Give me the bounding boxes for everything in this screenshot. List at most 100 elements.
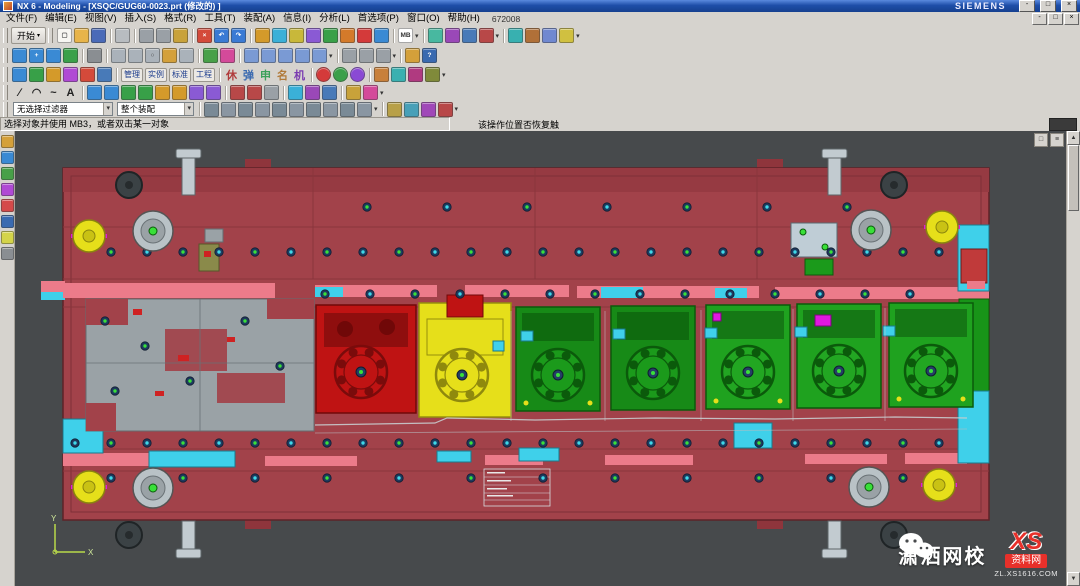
menu-tools[interactable]: 工具(T) (200, 12, 239, 25)
quadrant-snap-icon[interactable] (289, 102, 304, 117)
unite-icon[interactable] (340, 28, 355, 43)
view-toolbar-grip[interactable] (3, 48, 8, 63)
move-object-icon[interactable] (428, 28, 443, 43)
part-navigator-icon[interactable] (1, 167, 14, 180)
endpoint-snap-icon[interactable] (204, 102, 219, 117)
menu-window[interactable]: 窗口(O) (403, 12, 444, 25)
relief-design-icon[interactable] (374, 67, 389, 82)
analysis-group-caret[interactable]: ▾ (576, 32, 580, 40)
open-file-icon[interactable] (74, 28, 89, 43)
standard-toolbar-grip[interactable] (3, 28, 8, 43)
point-on-curve-snap-icon[interactable] (323, 102, 338, 117)
restore-button[interactable]: □ (1040, 0, 1056, 12)
intersection-snap-icon[interactable] (255, 102, 270, 117)
die-base-icon[interactable] (63, 67, 78, 82)
rotate-view-icon[interactable] (63, 48, 78, 63)
offset-curve-icon[interactable] (189, 85, 204, 100)
mirror-feature-icon[interactable] (462, 28, 477, 43)
perspective-icon[interactable] (87, 48, 102, 63)
menu-analysis[interactable]: 分析(L) (315, 12, 354, 25)
history-icon[interactable] (1, 231, 14, 244)
intersect-icon[interactable] (374, 28, 389, 43)
close-button[interactable]: × (1061, 0, 1077, 12)
doc-close-button[interactable]: × (1064, 13, 1079, 25)
die-assembly-model[interactable]: X Y (15, 131, 1066, 586)
view-section-icon[interactable] (542, 28, 557, 43)
existing-point-snap-icon[interactable] (306, 102, 321, 117)
redo-icon[interactable]: ↷ (231, 28, 246, 43)
measure-distance-icon[interactable] (508, 28, 523, 43)
window-group-caret[interactable]: ▾ (393, 52, 397, 60)
quick-trim-icon[interactable] (155, 85, 170, 100)
die-manage-button[interactable]: 管理 (121, 68, 143, 82)
standard-red-dot-icon[interactable] (316, 67, 331, 82)
view-isometric-icon[interactable] (295, 48, 310, 63)
reuse-library-icon[interactable] (1, 183, 14, 196)
cascade-windows-icon[interactable] (359, 48, 374, 63)
hole-icon[interactable] (323, 28, 338, 43)
selection-group-caret[interactable]: ▾ (455, 105, 459, 113)
project-curve-icon[interactable] (206, 85, 221, 100)
selection-scope-dropdown[interactable]: 整个装配 ▾ (117, 102, 194, 116)
graphics-window[interactable]: X Y □ ≡ 潇洒网校 (15, 131, 1066, 586)
object-analysis-icon[interactable] (525, 28, 540, 43)
shaded-with-edges-icon[interactable] (111, 48, 126, 63)
undo-icon[interactable]: ↶ (214, 28, 229, 43)
zoom-icon[interactable]: + (29, 48, 44, 63)
top-selection-icon[interactable] (404, 102, 419, 117)
paste-icon[interactable] (173, 28, 188, 43)
type-filter-dropdown[interactable]: 无选择过滤器 ▾ (13, 102, 113, 116)
text-tool-icon[interactable]: A (63, 87, 78, 99)
die-standard-button[interactable]: 标准 (169, 68, 191, 82)
line-icon[interactable]: ∕ (12, 87, 27, 99)
menu-assemblies[interactable]: 装配(A) (240, 12, 280, 25)
view-top-icon[interactable] (244, 48, 259, 63)
shen-tool-button[interactable]: 申 (258, 67, 273, 83)
machine-tool-button[interactable]: 机 (292, 67, 307, 83)
stop-at-intersection-icon[interactable] (438, 102, 453, 117)
scroll-down-button[interactable]: ▼ (1067, 572, 1080, 586)
pattern-curve-icon[interactable] (305, 85, 320, 100)
menu-file[interactable]: 文件(F) (2, 12, 41, 25)
delete-icon[interactable]: × (197, 28, 212, 43)
pocket-design-icon[interactable] (425, 67, 440, 82)
quick-extend-icon[interactable] (172, 85, 187, 100)
menu-view[interactable]: 视图(V) (81, 12, 121, 25)
show-hide-icon[interactable] (220, 48, 235, 63)
menu-insert[interactable]: 插入(S) (120, 12, 160, 25)
fillet-icon[interactable] (121, 85, 136, 100)
snap-point-caret[interactable]: ▾ (374, 105, 378, 113)
copy-icon[interactable] (156, 28, 171, 43)
scrollbar-thumb[interactable] (1068, 145, 1079, 211)
show-constraints-icon[interactable] (264, 85, 279, 100)
sketch-icon[interactable] (255, 28, 270, 43)
punch-insert-icon[interactable] (80, 67, 95, 82)
die-group-caret[interactable]: ▾ (442, 71, 446, 79)
web-browser-icon[interactable] (1, 215, 14, 228)
shaded-icon[interactable] (128, 48, 143, 63)
studio-render-icon[interactable] (162, 48, 177, 63)
view-front-icon[interactable] (261, 48, 276, 63)
auto-dimension-icon[interactable] (247, 85, 262, 100)
save-icon[interactable] (91, 28, 106, 43)
control-point-snap-icon[interactable] (238, 102, 253, 117)
xiu-tool-button[interactable]: 休 (224, 67, 239, 83)
curve-toolbar-grip[interactable] (3, 85, 8, 100)
doc-minimize-button[interactable]: - (1032, 13, 1047, 25)
view-trimetric-icon[interactable] (312, 48, 327, 63)
view-orient-caret[interactable]: ▾ (329, 52, 333, 60)
die-insert-icon[interactable] (97, 67, 112, 82)
cam-design-icon[interactable] (408, 67, 423, 82)
standard-green-dot-icon[interactable] (333, 67, 348, 82)
die-engineering-button[interactable]: 工程 (193, 68, 215, 82)
hd3d-tools-icon[interactable] (1, 199, 14, 212)
strip-layout-icon[interactable] (46, 67, 61, 82)
mb3-mode-icon[interactable]: MB (398, 28, 413, 43)
arc-icon[interactable]: ◠ (29, 86, 44, 99)
help-context-icon[interactable]: ? (422, 48, 437, 63)
layer-settings-icon[interactable] (203, 48, 218, 63)
edit-curve-icon[interactable] (346, 85, 361, 100)
new-file-icon[interactable]: ▢ (57, 28, 72, 43)
highlight-selection-icon[interactable] (387, 102, 402, 117)
datum-plane-icon[interactable] (272, 28, 287, 43)
